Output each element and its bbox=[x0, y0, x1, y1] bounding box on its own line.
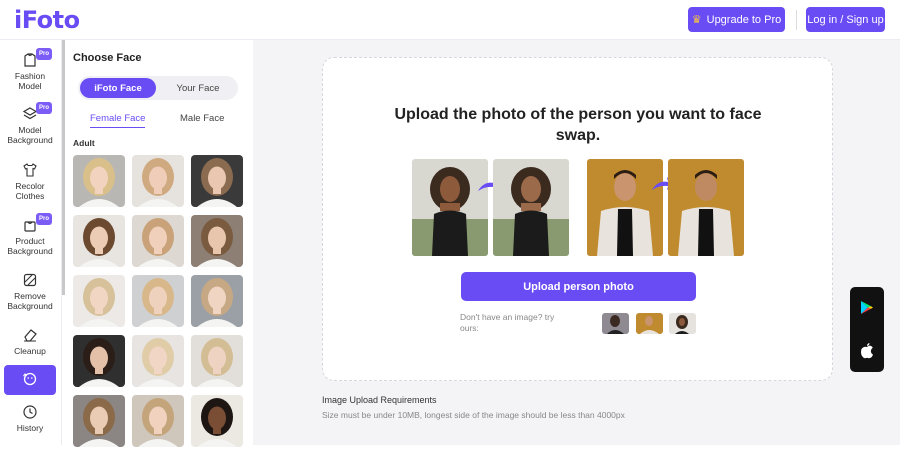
upgrade-label: Upgrade to Pro bbox=[706, 13, 782, 26]
login-signup-button[interactable]: Log in / Sign up bbox=[806, 7, 885, 32]
crown-icon: ♛ bbox=[691, 14, 702, 26]
no-image-hint: Don't have an image? try ours: bbox=[460, 312, 555, 333]
face-thumbnail[interactable] bbox=[73, 275, 125, 327]
eraser-square-icon bbox=[23, 273, 37, 287]
logo[interactable]: iFoto bbox=[14, 6, 80, 34]
eraser-icon bbox=[24, 329, 37, 342]
example-after-photo-1 bbox=[493, 159, 569, 256]
pro-badge: Pro bbox=[35, 102, 52, 114]
choose-face-panel: Choose Face iFoto Face Your Face Female … bbox=[65, 40, 253, 447]
example-after-photo-2 bbox=[668, 159, 744, 256]
panel-title: Choose Face bbox=[73, 52, 142, 64]
face-thumbnail[interactable] bbox=[132, 215, 184, 267]
sidebar: Pro Fashion Model Pro Model Background R… bbox=[0, 40, 62, 445]
sidebar-item-label: Fashion Model bbox=[14, 71, 46, 91]
face-thumbnail[interactable] bbox=[191, 335, 243, 387]
sample-photo-1[interactable] bbox=[602, 313, 629, 334]
face-source-toggle: iFoto Face Your Face bbox=[78, 76, 238, 100]
sidebar-item-label: History bbox=[16, 423, 44, 433]
sidebar-item-product-background[interactable]: Pro Product Background bbox=[4, 213, 56, 267]
sidebar-item-label: Product Background bbox=[7, 236, 53, 256]
face-thumbnail[interactable] bbox=[73, 215, 125, 267]
tab-male-face[interactable]: Male Face bbox=[180, 113, 224, 124]
face-thumbnail[interactable] bbox=[132, 395, 184, 447]
face-thumbnail[interactable] bbox=[73, 395, 125, 447]
tshirt-icon bbox=[23, 163, 37, 177]
sidebar-item-history[interactable]: History bbox=[4, 404, 56, 454]
group-label: Adult bbox=[73, 138, 95, 148]
upload-card[interactable]: Upload the photo of the person you want … bbox=[322, 57, 833, 381]
sidebar-item-label: Cleanup bbox=[14, 346, 46, 356]
your-face-tab[interactable]: Your Face bbox=[160, 78, 236, 98]
sidebar-item-fashion-model[interactable]: Pro Fashion Model bbox=[4, 48, 56, 102]
top-bar: iFoto ♛ Upgrade to Pro Log in / Sign up bbox=[0, 0, 900, 40]
app-store-links bbox=[850, 287, 884, 372]
face-thumbnail[interactable] bbox=[73, 335, 125, 387]
divider bbox=[796, 10, 797, 30]
sidebar-item-face-swap[interactable] bbox=[4, 365, 56, 395]
face-thumbnail[interactable] bbox=[132, 335, 184, 387]
face-thumbnail[interactable] bbox=[191, 155, 243, 207]
face-thumbnail[interactable] bbox=[191, 275, 243, 327]
sidebar-item-label: Recolor Clothes bbox=[15, 181, 45, 201]
sample-photo-3[interactable] bbox=[669, 313, 696, 334]
sidebar-item-remove-background[interactable]: Remove Background bbox=[4, 272, 56, 322]
face-thumbnail[interactable] bbox=[191, 395, 243, 447]
sidebar-item-label: Remove Background bbox=[7, 291, 53, 311]
face-thumbnail[interactable] bbox=[132, 275, 184, 327]
face-thumbnail[interactable] bbox=[73, 155, 125, 207]
clock-icon bbox=[23, 405, 37, 419]
upgrade-to-pro-button[interactable]: ♛ Upgrade to Pro bbox=[688, 7, 785, 32]
ifoto-face-tab[interactable]: iFoto Face bbox=[80, 78, 156, 98]
upload-person-photo-button[interactable]: Upload person photo bbox=[461, 272, 696, 301]
google-play-icon[interactable] bbox=[860, 300, 874, 315]
apple-icon[interactable] bbox=[860, 342, 874, 359]
example-before-photo-1 bbox=[412, 159, 488, 256]
face-thumbnail[interactable] bbox=[132, 155, 184, 207]
sample-photo-2[interactable] bbox=[636, 313, 663, 334]
sidebar-item-model-background[interactable]: Pro Model Background bbox=[4, 102, 56, 156]
face-swap-icon bbox=[23, 372, 37, 385]
sidebar-item-recolor-clothes[interactable]: Recolor Clothes bbox=[4, 162, 56, 212]
upload-headline: Upload the photo of the person you want … bbox=[394, 106, 762, 144]
face-thumbnail[interactable] bbox=[191, 215, 243, 267]
pro-badge: Pro bbox=[35, 48, 52, 60]
main-area: Upload the photo of the person you want … bbox=[253, 40, 900, 445]
tab-female-face[interactable]: Female Face bbox=[90, 113, 146, 128]
pro-badge: Pro bbox=[35, 213, 52, 225]
sidebar-item-label: Model Background bbox=[7, 125, 53, 145]
requirements-title: Image Upload Requirements bbox=[322, 395, 437, 405]
requirements-text: Size must be under 10MB, longest side of… bbox=[322, 410, 625, 420]
